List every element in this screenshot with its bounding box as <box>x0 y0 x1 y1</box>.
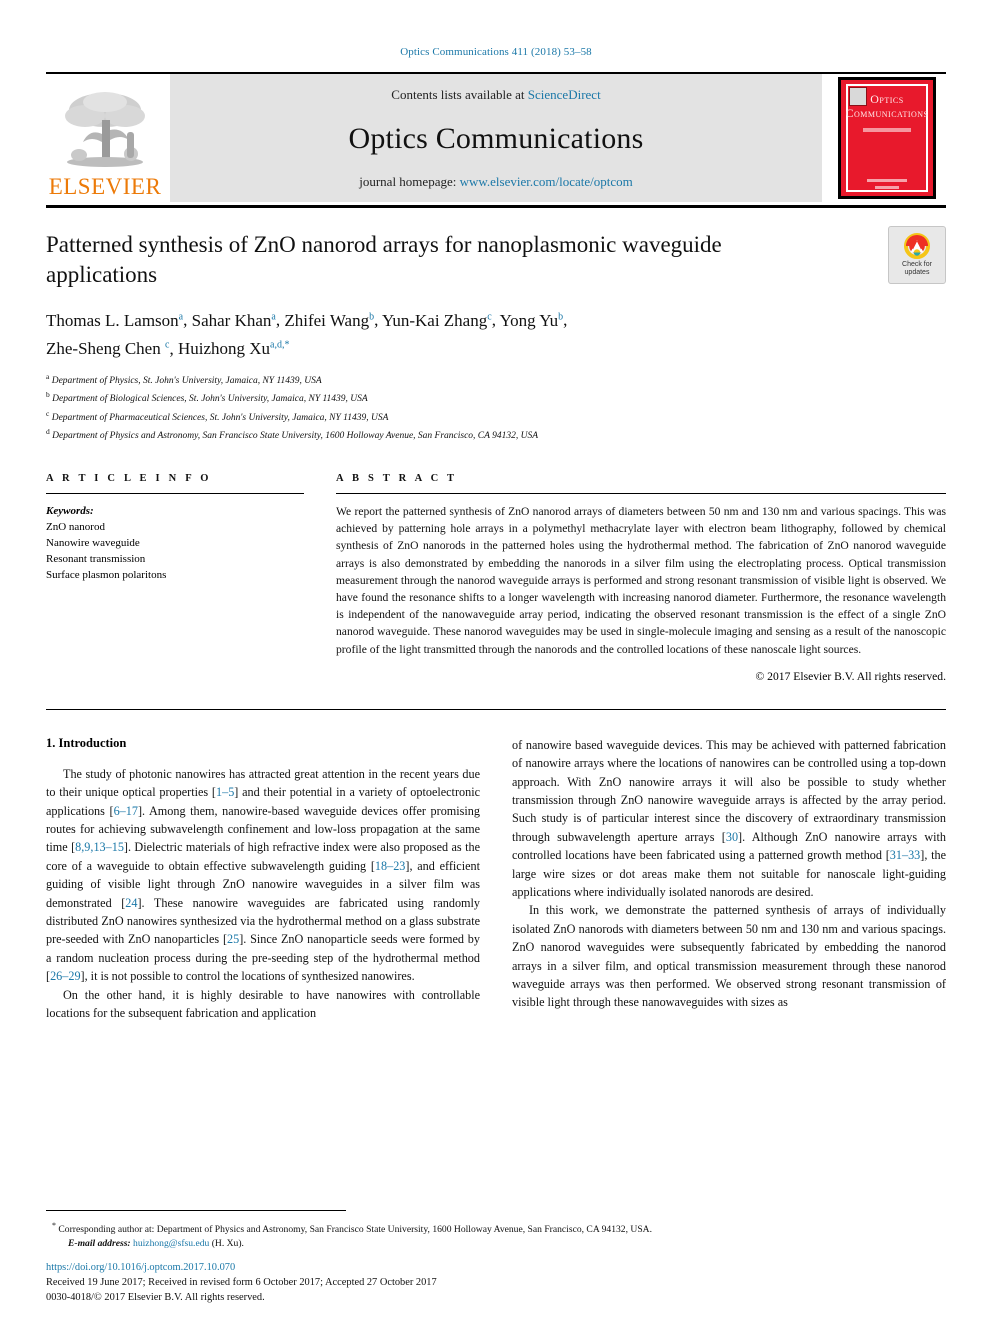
affiliation-item: c Department of Pharmaceutical Sciences,… <box>46 407 946 425</box>
body-columns: 1. Introduction The study of photonic na… <box>46 736 946 1023</box>
crossmark-label-line2: updates <box>904 269 930 276</box>
abstract-text: We report the patterned synthesis of ZnO… <box>336 504 946 656</box>
author-affil-mark[interactable]: c <box>165 340 169 351</box>
journal-homepage-line: journal homepage: www.elsevier.com/locat… <box>359 174 633 190</box>
title-block: Patterned synthesis of ZnO nanorod array… <box>46 226 946 443</box>
footnote-rule <box>46 1209 346 1211</box>
journal-cover: Optics Communications <box>838 77 936 199</box>
affiliation-text: Department of Pharmaceutical Sciences, S… <box>51 412 389 423</box>
author-affil-mark[interactable]: a <box>271 311 275 322</box>
author: Thomas L. Lamsona <box>46 310 184 330</box>
email-suffix: (H. Xu). <box>211 1238 244 1249</box>
cover-rule <box>863 128 911 132</box>
affiliation-text: Department of Physics, St. John's Univer… <box>51 376 322 387</box>
email-note: E-mail address: huizhong@sfsu.edu (H. Xu… <box>46 1237 946 1251</box>
author: Huizhong Xua,d,* <box>177 339 290 359</box>
crossmark-label: Check for updates <box>902 261 932 277</box>
affiliation-list: a Department of Physics, St. John's Univ… <box>46 370 946 443</box>
abstract-rule <box>336 492 946 494</box>
author-affil-mark[interactable]: b <box>558 311 563 322</box>
affiliation-mark: d <box>46 426 50 436</box>
received-dates: Received 19 June 2017; Received in revis… <box>46 1277 437 1288</box>
crossmark-icon <box>904 233 930 259</box>
abstract-column: A B S T R A C T We report the patterned … <box>336 473 946 683</box>
author-affil-mark[interactable]: c <box>487 311 491 322</box>
elsevier-wordmark: ELSEVIER <box>48 174 162 199</box>
author-list: Thomas L. Lamsona, Sahar Khana, Zhifei W… <box>46 304 836 361</box>
author-line-1: Thomas L. Lamsona, Sahar Khana, Zhifei W… <box>46 310 568 330</box>
body-paragraph: In this work, we demonstrate the pattern… <box>512 903 946 1010</box>
cover-title-line2: Communications <box>845 106 929 120</box>
affiliation-text: Department of Physics and Astronomy, San… <box>52 430 539 441</box>
section-divider-rule <box>46 708 946 710</box>
body-paragraph: of nanowire based waveguide devices. Thi… <box>512 737 946 900</box>
article-info-column: A R T I C L E I N F O Keywords: ZnO nano… <box>46 473 304 683</box>
keyword-item: Surface plasmon polaritons <box>46 568 167 581</box>
keyword-item: ZnO nanorod <box>46 520 105 533</box>
elsevier-tree-icon <box>65 92 145 167</box>
article-info-heading: A R T I C L E I N F O <box>46 472 212 484</box>
page-title: Patterned synthesis of ZnO nanorod array… <box>46 232 722 287</box>
email-label: E-mail address: <box>68 1238 131 1249</box>
elsevier-logo: ELSEVIER <box>46 74 164 202</box>
article-info-rule <box>46 492 304 494</box>
author-affil-mark[interactable]: a,d,* <box>270 340 289 351</box>
affiliation-mark: a <box>46 372 50 382</box>
copyright-line: © 2017 Elsevier B.V. All rights reserved… <box>755 669 946 683</box>
publication-footer: https://doi.org/10.1016/j.optcom.2017.10… <box>46 1260 946 1305</box>
affiliation-text: Department of Biological Sciences, St. J… <box>52 394 368 405</box>
footnote-area: * Corresponding author at: Department of… <box>46 1209 946 1251</box>
keyword-item: Resonant transmission <box>46 552 146 565</box>
author-line-2: Zhe-Sheng Chen c, Huizhong Xua,d,* <box>46 339 290 359</box>
journal-band: Contents lists available at ScienceDirec… <box>170 74 822 202</box>
email-link[interactable]: huizhong@sfsu.edu <box>133 1238 209 1249</box>
running-head: Optics Communications 411 (2018) 53–58 <box>400 46 592 58</box>
journal-title: Optics Communications <box>348 121 644 155</box>
affiliation-item: d Department of Physics and Astronomy, S… <box>46 425 946 443</box>
journal-masthead: ELSEVIER Contents lists available at Sci… <box>46 72 946 202</box>
keyword-item: Nanowire waveguide <box>46 536 140 549</box>
journal-homepage-link[interactable]: www.elsevier.com/locate/optcom <box>460 174 633 189</box>
author: Sahar Khana <box>191 310 276 330</box>
body-paragraph: The study of photonic nanowires has attr… <box>46 766 480 984</box>
author: Zhe-Sheng Chen c <box>46 339 170 359</box>
contents-prefix: Contents lists available at <box>391 87 528 102</box>
author-affil-mark[interactable]: a <box>179 311 183 322</box>
author: Yun-Kai Zhangc <box>381 310 492 330</box>
author-affil-mark[interactable]: b <box>369 311 374 322</box>
cover-title-line1: Optics <box>870 92 904 106</box>
cover-footer-rule-2 <box>875 186 899 189</box>
crossmark-badge[interactable]: Check for updates <box>888 226 946 284</box>
cover-footer-rule-1 <box>867 179 907 182</box>
section-heading-introduction: 1. Introduction <box>46 735 127 750</box>
author: Zhifei Wangb <box>284 310 375 330</box>
corresponding-author-marker: * <box>52 1220 56 1230</box>
homepage-prefix: journal homepage: <box>359 174 460 189</box>
author: Yong Yub <box>499 310 564 330</box>
corresponding-author-note: * Corresponding author at: Department of… <box>46 1219 946 1237</box>
issn-copyright: 0030-4018/© 2017 Elsevier B.V. All right… <box>46 1292 265 1303</box>
keywords-label: Keywords: <box>46 504 94 517</box>
journal-cover-thumbnail: Optics Communications <box>828 74 946 202</box>
crossmark-label-line1: Check for <box>902 261 932 268</box>
abstract-heading: A B S T R A C T <box>336 472 458 484</box>
body-paragraph: On the other hand, it is highly desirabl… <box>46 987 480 1021</box>
contents-available-line: Contents lists available at ScienceDirec… <box>391 87 600 103</box>
doi-link[interactable]: https://doi.org/10.1016/j.optcom.2017.10… <box>46 1262 235 1273</box>
affiliation-mark: b <box>46 390 50 400</box>
sciencedirect-link[interactable]: ScienceDirect <box>528 87 601 102</box>
paper-page: Optics Communications 411 (2018) 53–58 E… <box>0 0 992 1323</box>
affiliation-mark: c <box>46 408 50 418</box>
body-column-right: of nanowire based waveguide devices. Thi… <box>512 736 946 1023</box>
corresponding-author-text: Corresponding author at: Department of P… <box>58 1224 652 1235</box>
affiliation-item: a Department of Physics, St. John's Univ… <box>46 370 946 388</box>
doi-link-wrapper: https://doi.org/10.1016/j.optcom.2017.10… <box>46 1260 946 1275</box>
masthead-bottom-rule <box>46 205 946 208</box>
info-abstract-row: A R T I C L E I N F O Keywords: ZnO nano… <box>46 473 946 683</box>
affiliation-item: b Department of Biological Sciences, St.… <box>46 388 946 406</box>
body-column-left: 1. Introduction The study of photonic na… <box>46 736 480 1023</box>
cover-title-text: Optics Communications <box>841 92 933 120</box>
